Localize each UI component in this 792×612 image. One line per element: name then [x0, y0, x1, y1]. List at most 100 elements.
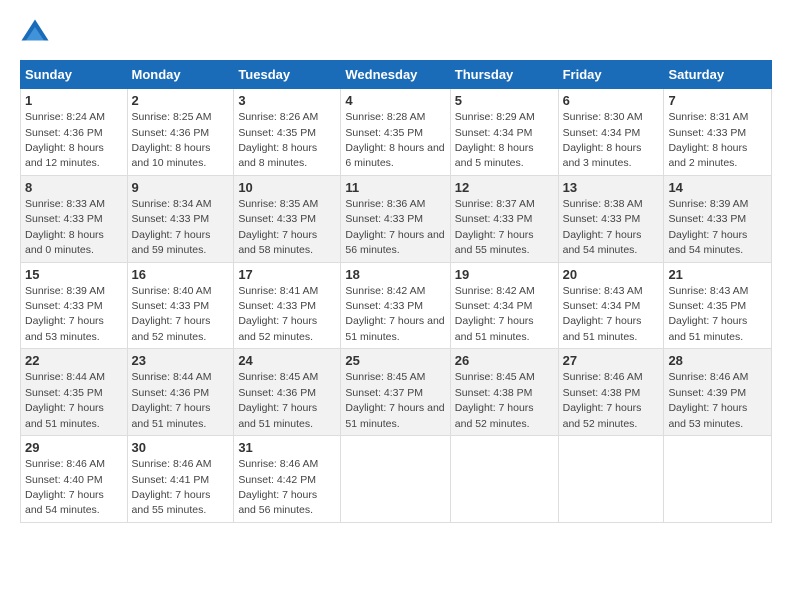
calendar-cell: 20Sunrise: 8:43 AMSunset: 4:34 PMDayligh… — [558, 262, 664, 349]
sunrise: Sunrise: 8:33 AM — [25, 198, 105, 210]
daylight: Daylight: 8 hours and 5 minutes. — [455, 142, 534, 169]
calendar-cell — [450, 436, 558, 523]
day-number: 10 — [238, 179, 336, 197]
header-cell-tuesday: Tuesday — [234, 61, 341, 89]
sunrise: Sunrise: 8:35 AM — [238, 198, 318, 210]
calendar-cell: 6Sunrise: 8:30 AMSunset: 4:34 PMDaylight… — [558, 89, 664, 176]
day-number: 18 — [345, 266, 445, 284]
logo-icon — [20, 18, 50, 48]
header-cell-monday: Monday — [127, 61, 234, 89]
daylight: Daylight: 7 hours and 54 minutes. — [25, 489, 104, 516]
sunset: Sunset: 4:35 PM — [668, 300, 746, 312]
sunrise: Sunrise: 8:34 AM — [132, 198, 212, 210]
sunset: Sunset: 4:41 PM — [132, 474, 210, 486]
sunrise: Sunrise: 8:43 AM — [563, 285, 643, 297]
daylight: Daylight: 7 hours and 51 minutes. — [238, 402, 317, 429]
daylight: Daylight: 7 hours and 51 minutes. — [668, 315, 747, 342]
sunset: Sunset: 4:35 PM — [25, 387, 103, 399]
day-number: 20 — [563, 266, 660, 284]
sunrise: Sunrise: 8:37 AM — [455, 198, 535, 210]
sunrise: Sunrise: 8:43 AM — [668, 285, 748, 297]
calendar-cell: 1Sunrise: 8:24 AMSunset: 4:36 PMDaylight… — [21, 89, 128, 176]
header-cell-sunday: Sunday — [21, 61, 128, 89]
sunrise: Sunrise: 8:36 AM — [345, 198, 425, 210]
daylight: Daylight: 7 hours and 53 minutes. — [25, 315, 104, 342]
sunrise: Sunrise: 8:29 AM — [455, 111, 535, 123]
day-number: 30 — [132, 439, 230, 457]
daylight: Daylight: 7 hours and 56 minutes. — [238, 489, 317, 516]
day-number: 5 — [455, 92, 554, 110]
calendar-cell: 8Sunrise: 8:33 AMSunset: 4:33 PMDaylight… — [21, 175, 128, 262]
header — [20, 18, 772, 48]
day-number: 28 — [668, 352, 767, 370]
header-cell-wednesday: Wednesday — [341, 61, 450, 89]
daylight: Daylight: 7 hours and 52 minutes. — [132, 315, 211, 342]
day-number: 2 — [132, 92, 230, 110]
sunset: Sunset: 4:40 PM — [25, 474, 103, 486]
day-number: 3 — [238, 92, 336, 110]
day-number: 17 — [238, 266, 336, 284]
sunrise: Sunrise: 8:46 AM — [132, 458, 212, 470]
calendar-cell — [664, 436, 772, 523]
sunset: Sunset: 4:34 PM — [563, 127, 641, 139]
daylight: Daylight: 7 hours and 59 minutes. — [132, 229, 211, 256]
daylight: Daylight: 7 hours and 51 minutes. — [25, 402, 104, 429]
day-number: 31 — [238, 439, 336, 457]
sunrise: Sunrise: 8:38 AM — [563, 198, 643, 210]
day-number: 9 — [132, 179, 230, 197]
calendar-cell — [341, 436, 450, 523]
calendar-cell: 31Sunrise: 8:46 AMSunset: 4:42 PMDayligh… — [234, 436, 341, 523]
calendar-cell: 30Sunrise: 8:46 AM Sunset: 4:41 PM Dayligh… — [127, 436, 234, 523]
sunset: Sunset: 4:36 PM — [132, 387, 210, 399]
daylight: Daylight: 8 hours and 8 minutes. — [238, 142, 317, 169]
daylight: Daylight: 7 hours and 52 minutes. — [455, 402, 534, 429]
sunset: Sunset: 4:34 PM — [455, 300, 533, 312]
day-number: 13 — [563, 179, 660, 197]
daylight: Daylight: 7 hours and 52 minutes. — [238, 315, 317, 342]
daylight: Daylight: 7 hours and 51 minutes. — [455, 315, 534, 342]
sunrise: Sunrise: 8:39 AM — [25, 285, 105, 297]
sunset: Sunset: 4:33 PM — [25, 213, 103, 225]
day-number: 29 — [25, 439, 123, 457]
sunset: Sunset: 4:35 PM — [345, 127, 423, 139]
daylight: Daylight: 7 hours and 55 minutes. — [132, 489, 211, 516]
day-number: 7 — [668, 92, 767, 110]
calendar-cell: 27Sunrise: 8:46 AMSunset: 4:38 PMDayligh… — [558, 349, 664, 436]
sunrise: Sunrise: 8:46 AM — [668, 371, 748, 383]
sunset: Sunset: 4:33 PM — [345, 213, 423, 225]
sunrise: Sunrise: 8:44 AM — [25, 371, 105, 383]
daylight: Daylight: 7 hours and 51 minutes. — [132, 402, 211, 429]
calendar-cell: 18Sunrise: 8:42 AMSunset: 4:33 PMDayligh… — [341, 262, 450, 349]
sunrise: Sunrise: 8:45 AM — [345, 371, 425, 383]
daylight: Daylight: 7 hours and 53 minutes. — [668, 402, 747, 429]
day-number: 21 — [668, 266, 767, 284]
day-number: 14 — [668, 179, 767, 197]
sunset: Sunset: 4:36 PM — [25, 127, 103, 139]
day-number: 1 — [25, 92, 123, 110]
day-number: 11 — [345, 179, 445, 197]
sunset: Sunset: 4:34 PM — [563, 300, 641, 312]
calendar-cell: 15Sunrise: 8:39 AMSunset: 4:33 PMDayligh… — [21, 262, 128, 349]
sunrise: Sunrise: 8:26 AM — [238, 111, 318, 123]
sunset: Sunset: 4:33 PM — [238, 300, 316, 312]
calendar-table: SundayMondayTuesdayWednesdayThursdayFrid… — [20, 60, 772, 523]
week-row-3: 15Sunrise: 8:39 AM Sunset: 4:33 PM Dayligh… — [21, 262, 772, 349]
calendar-cell: 2Sunrise: 8:25 AMSunset: 4:36 PMDaylight… — [127, 89, 234, 176]
week-row-2: 8Sunrise: 8:33 AM Sunset: 4:33 PM Daylight… — [21, 175, 772, 262]
sunrise: Sunrise: 8:41 AM — [238, 285, 318, 297]
day-number: 4 — [345, 92, 445, 110]
header-cell-friday: Friday — [558, 61, 664, 89]
sunset: Sunset: 4:36 PM — [132, 127, 210, 139]
calendar-cell: 3Sunrise: 8:26 AMSunset: 4:35 PMDaylight… — [234, 89, 341, 176]
day-number: 27 — [563, 352, 660, 370]
sunset: Sunset: 4:33 PM — [132, 300, 210, 312]
daylight: Daylight: 7 hours and 54 minutes. — [563, 229, 642, 256]
daylight: Daylight: 8 hours and 12 minutes. — [25, 142, 104, 169]
day-number: 23 — [132, 352, 230, 370]
day-number: 15 — [25, 266, 123, 284]
day-number: 8 — [25, 179, 123, 197]
sunrise: Sunrise: 8:45 AM — [455, 371, 535, 383]
header-cell-thursday: Thursday — [450, 61, 558, 89]
day-number: 24 — [238, 352, 336, 370]
week-row-5: 29 Sunrise: 8:46 AM Sunset: 4:40 PM Dayligh… — [21, 436, 772, 523]
